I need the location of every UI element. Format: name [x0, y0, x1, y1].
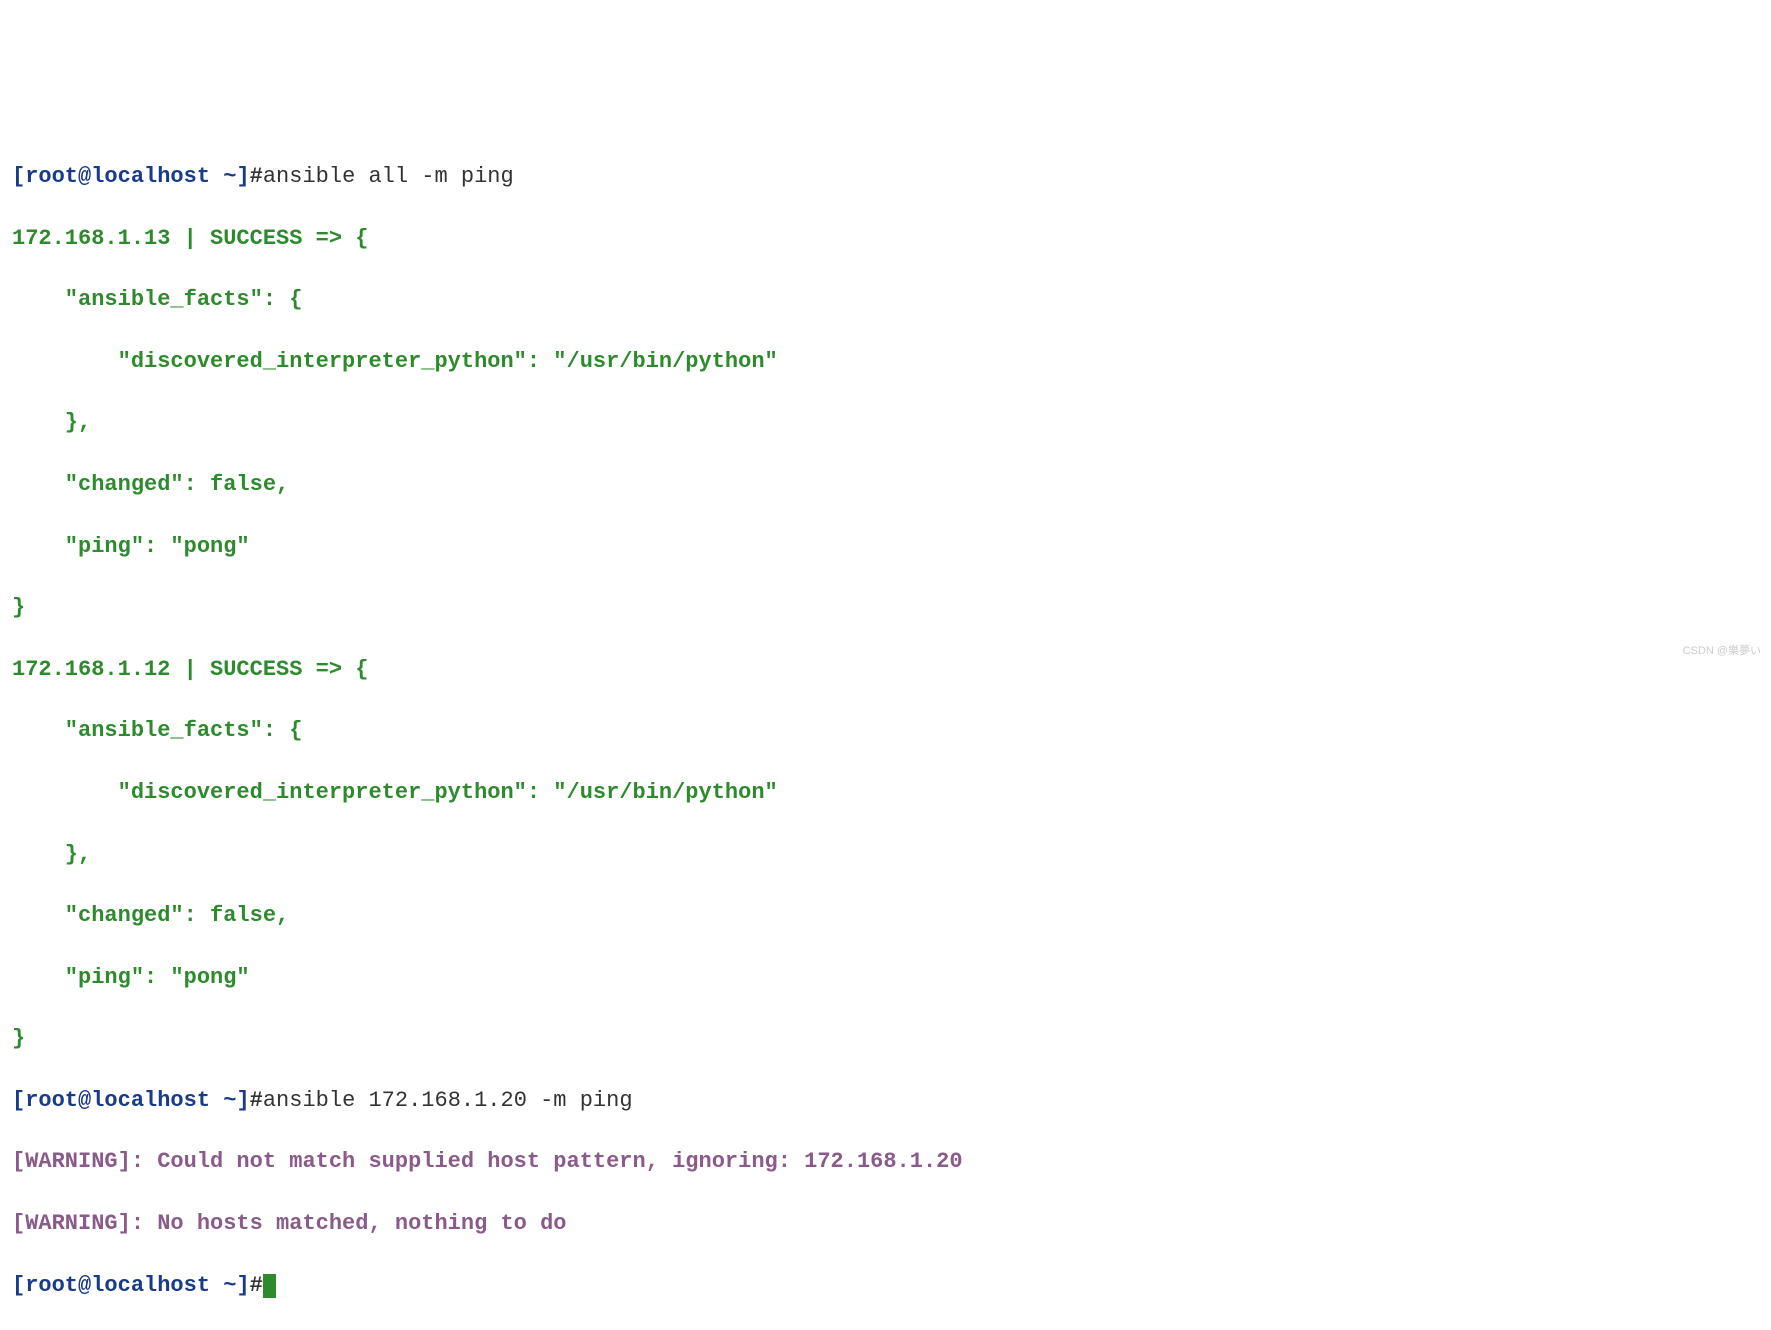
prompt-path: ~ — [223, 1273, 236, 1298]
prompt-space — [210, 1273, 223, 1298]
result-host2-changed: "changed": false, — [12, 901, 1759, 932]
prompt-open-bracket: [ — [12, 164, 25, 189]
prompt-hash: # — [250, 1273, 263, 1298]
result-host2-close: } — [12, 1024, 1759, 1055]
result-host1-header: 172.168.1.13 | SUCCESS => { — [12, 224, 1759, 255]
prompt-close-bracket: ] — [236, 1273, 249, 1298]
result-host2-header: 172.168.1.12 | SUCCESS => { — [12, 655, 1759, 686]
command-text: ansible 172.168.1.20 -m ping — [263, 1088, 633, 1113]
terminal-output: [root@localhost ~]#ansible all -m ping 1… — [12, 131, 1759, 1330]
warning-line-2: [WARNING]: No hosts matched, nothing to … — [12, 1209, 1759, 1240]
result-host2-facts-close: }, — [12, 840, 1759, 871]
prompt-space — [210, 1088, 223, 1113]
prompt-open-bracket: [ — [12, 1088, 25, 1113]
prompt-host: localhost — [91, 1088, 210, 1113]
result-host2-ping: "ping": "pong" — [12, 963, 1759, 994]
result-host1-facts-close: }, — [12, 408, 1759, 439]
prompt-user: root — [25, 164, 78, 189]
result-host2-interpreter: "discovered_interpreter_python": "/usr/b… — [12, 778, 1759, 809]
warning-line-1: [WARNING]: Could not match supplied host… — [12, 1147, 1759, 1178]
prompt-close-bracket: ] — [236, 164, 249, 189]
result-host2-facts-open: "ansible_facts": { — [12, 716, 1759, 747]
prompt-at: @ — [78, 1273, 91, 1298]
prompt-user: root — [25, 1088, 78, 1113]
prompt-line-3[interactable]: [root@localhost ~]# — [12, 1271, 1759, 1302]
prompt-path: ~ — [223, 164, 236, 189]
result-host1-facts-open: "ansible_facts": { — [12, 285, 1759, 316]
result-host1-changed: "changed": false, — [12, 470, 1759, 501]
cursor-icon — [263, 1274, 276, 1298]
prompt-at: @ — [78, 1088, 91, 1113]
prompt-space — [210, 164, 223, 189]
prompt-path: ~ — [223, 1088, 236, 1113]
prompt-open-bracket: [ — [12, 1273, 25, 1298]
watermark-text: CSDN @樂夢い — [1683, 644, 1761, 659]
prompt-hash: # — [250, 1088, 263, 1113]
prompt-user: root — [25, 1273, 78, 1298]
result-host1-close: } — [12, 593, 1759, 624]
result-host1-ping: "ping": "pong" — [12, 532, 1759, 563]
prompt-line-2[interactable]: [root@localhost ~]#ansible 172.168.1.20 … — [12, 1086, 1759, 1117]
prompt-host: localhost — [91, 1273, 210, 1298]
command-text: ansible all -m ping — [263, 164, 514, 189]
result-host1-interpreter: "discovered_interpreter_python": "/usr/b… — [12, 347, 1759, 378]
prompt-host: localhost — [91, 164, 210, 189]
prompt-hash: # — [250, 164, 263, 189]
prompt-line-1[interactable]: [root@localhost ~]#ansible all -m ping — [12, 162, 1759, 193]
prompt-close-bracket: ] — [236, 1088, 249, 1113]
prompt-at: @ — [78, 164, 91, 189]
